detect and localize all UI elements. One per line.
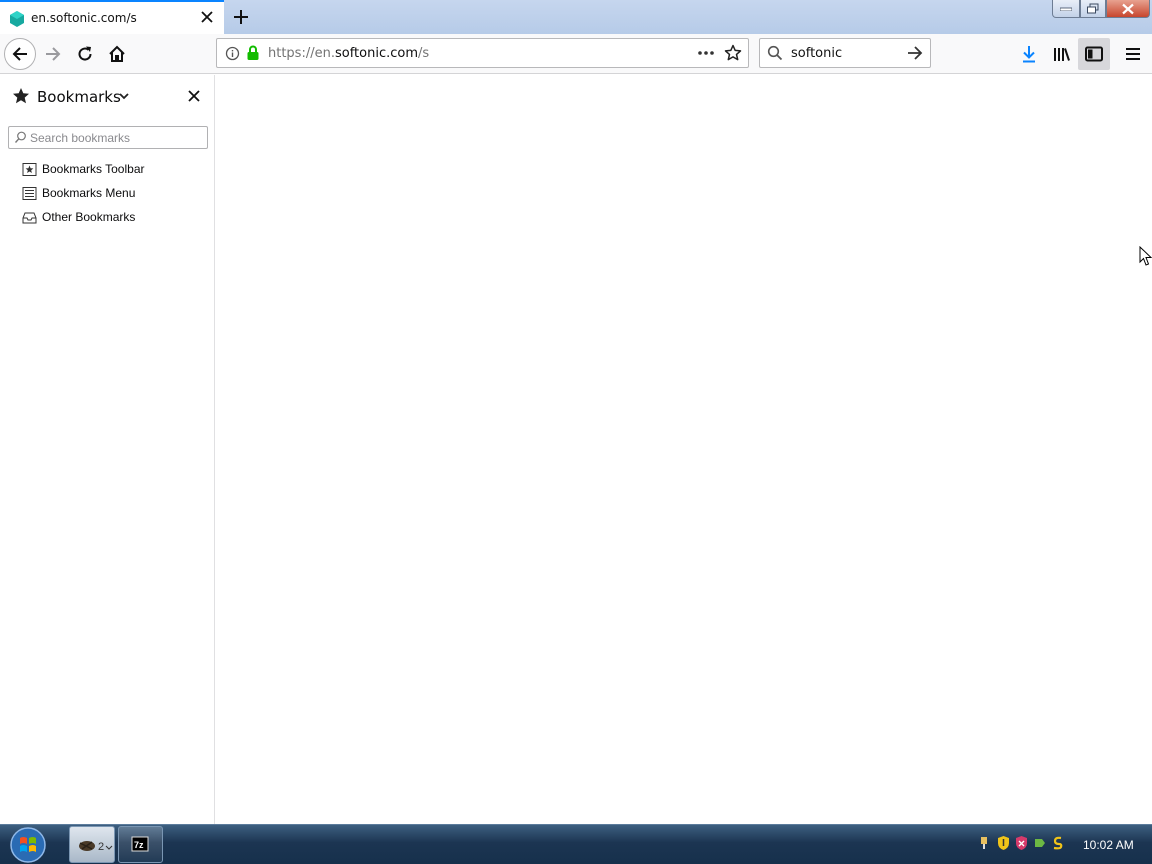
menu-button[interactable] [1117,38,1149,70]
minimize-icon [1060,7,1072,11]
home-button[interactable] [101,38,133,70]
search-icon [767,45,783,61]
taskbar-group-count: 2 [98,841,104,853]
taskbar: 2 7z 10:02 AM [0,824,1152,864]
other-bookmarks-icon [22,212,37,223]
page-actions-icon[interactable] [697,45,715,61]
taskbar-browser-group[interactable]: 2 [69,826,115,863]
forward-arrow-icon [46,47,61,61]
back-button[interactable] [4,38,36,70]
7zip-label: 7z [134,840,144,850]
nav-toolbar: https://en.softonic.com/s softonic [0,34,1152,74]
url-scheme: https:// [268,46,315,61]
search-query[interactable]: softonic [791,46,842,61]
search-bookmarks-input[interactable] [30,129,202,146]
7zip-icon: 7z [131,836,149,852]
bookmarks-star-icon [13,88,29,104]
restore-icon [1087,3,1099,13]
taskbar-7zip[interactable]: 7z [118,826,163,863]
clock[interactable]: 10:02 AM [1083,838,1134,852]
secure-lock-icon[interactable] [246,45,260,61]
mouse-cursor-icon [1139,246,1152,266]
bookmark-folder-label: Other Bookmarks [42,210,136,224]
minimize-button[interactable] [1052,0,1080,18]
sidebar-toggle-button[interactable] [1078,38,1110,70]
bookmark-folder-other[interactable]: Other Bookmarks [22,208,135,226]
tray-antivirus-icon[interactable] [1014,835,1029,851]
search-go-arrow-icon[interactable] [906,45,924,61]
bookmark-star-icon[interactable] [724,44,742,62]
library-button[interactable] [1046,38,1078,70]
softonic-favicon-icon [10,11,24,27]
download-arrow-icon [1023,46,1035,63]
hamburger-menu-icon [1126,48,1140,60]
bookmarks-sidebar: Bookmarks Bookmarks Toolbar Bookmarks Me… [0,75,215,824]
tab-title: en.softonic.com/s [31,11,137,25]
tray-network-icon[interactable] [978,835,993,851]
back-arrow-icon [12,47,27,61]
reload-button[interactable] [69,38,101,70]
library-icon [1054,48,1070,61]
downloads-button[interactable] [1013,38,1045,70]
tray-shield-icon[interactable] [996,835,1011,851]
taskbar-app-icon: 2 [79,841,113,853]
search-icon [14,131,26,143]
bookmark-folder-menu[interactable]: Bookmarks Menu [22,184,135,202]
close-tab-icon[interactable] [199,9,215,25]
bookmarks-toolbar-icon [22,162,37,176]
sidebar-icon [1085,46,1103,62]
close-window-button[interactable] [1106,0,1150,18]
search-bar[interactable]: softonic [759,38,931,68]
bookmark-folder-label: Bookmarks Toolbar [42,162,145,176]
new-tab-icon[interactable] [230,6,252,28]
url-host-prefix: en. [314,46,335,61]
close-icon [1122,3,1134,14]
screen: en.softonic.com/s https://en.softonic.co… [0,0,1152,864]
reload-icon [78,46,92,61]
sidebar-title[interactable]: Bookmarks [37,88,121,106]
tab-softonic[interactable]: en.softonic.com/s [0,0,224,34]
chevron-down-icon[interactable] [119,92,129,100]
forward-button[interactable] [37,38,69,70]
close-sidebar-icon[interactable] [187,89,201,103]
bookmarks-menu-icon [22,186,37,200]
tray-app-icon[interactable] [1050,835,1065,851]
windows-start-icon[interactable] [8,826,48,864]
url-bar[interactable]: https://en.softonic.com/s [216,38,749,68]
system-tray [978,835,1065,851]
home-icon [109,45,125,62]
bookmark-folder-toolbar[interactable]: Bookmarks Toolbar [22,160,145,178]
url-path: /s [418,46,430,61]
restore-button[interactable] [1080,0,1106,18]
tray-update-icon[interactable] [1032,835,1047,851]
tab-strip: en.softonic.com/s [0,0,1152,34]
sidebar-header: Bookmarks [0,75,215,119]
url-host: softonic.com [334,46,419,61]
page-content[interactable] [216,75,1152,824]
search-bookmarks-field[interactable] [8,126,208,149]
url-text[interactable]: https://en.softonic.com/s [268,46,429,61]
site-info-icon[interactable] [225,46,240,61]
bookmark-folder-label: Bookmarks Menu [42,186,136,200]
